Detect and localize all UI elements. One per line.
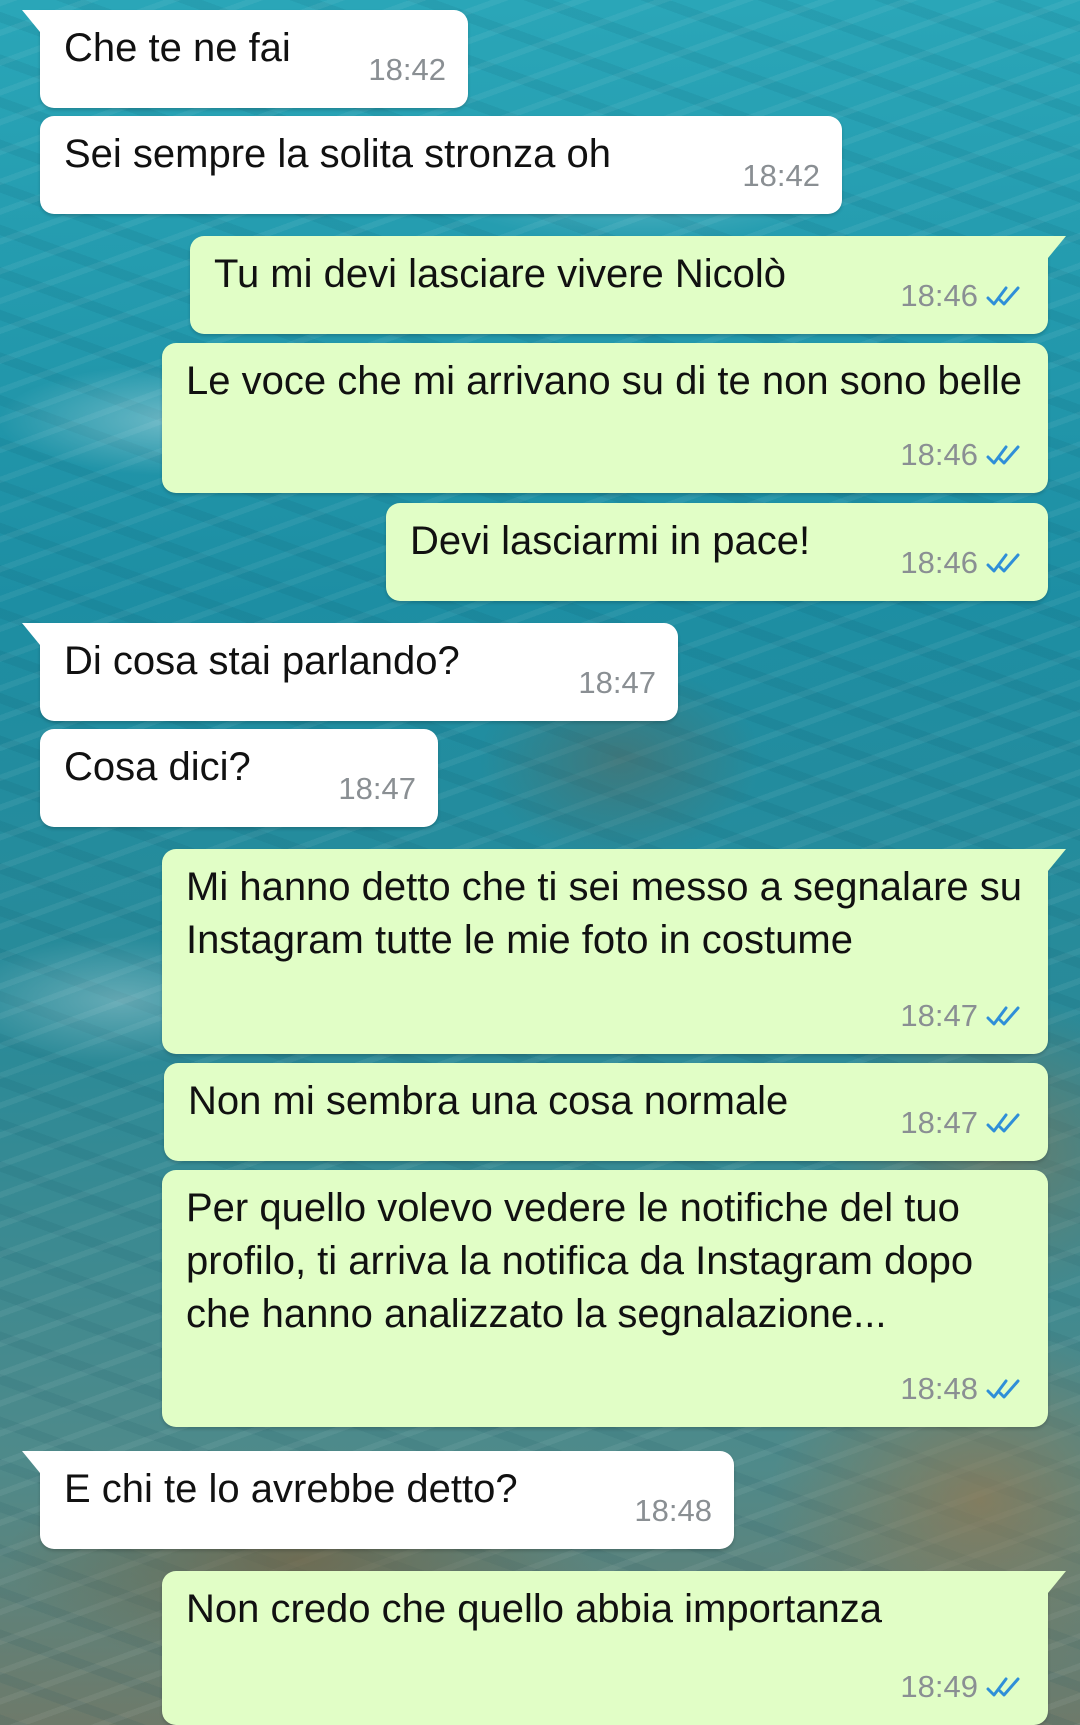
message-time: 18:47 [578, 665, 656, 700]
message-time: 18:47 [900, 998, 978, 1033]
double-check-read-icon [986, 286, 1020, 305]
message-text: Non credo che quello abbia importanza [186, 1587, 882, 1631]
message-text: Non mi sembra una cosa normale [188, 1079, 789, 1123]
message-bubble-incoming[interactable]: Cosa dici? 18:47 [40, 729, 438, 827]
message-bubble-outgoing[interactable]: Per quello volevo vedere le notifiche de… [162, 1170, 1048, 1427]
message-meta: 18:47 [578, 656, 656, 709]
double-check-read-icon [986, 1113, 1020, 1132]
message-time: 18:42 [368, 52, 446, 87]
message-meta: 18:47 [900, 989, 1026, 1042]
message-text: Mi hanno detto che ti sei messo a segnal… [186, 865, 1034, 962]
message-text: Le voce che mi arrivano su di te non son… [186, 359, 1023, 403]
message-text: Che te ne fai [64, 26, 291, 70]
message-text: Devi lasciarmi in pace! [410, 519, 811, 563]
message-bubble-outgoing[interactable]: Tu mi devi lasciare vivere Nicolò 18:46 [190, 236, 1066, 334]
message-bubble-outgoing[interactable]: Devi lasciarmi in pace! 18:46 [386, 503, 1048, 601]
message-meta: 18:46 [900, 428, 1026, 481]
message-bubble-outgoing[interactable]: Le voce che mi arrivano su di te non son… [162, 343, 1048, 493]
double-check-read-icon [986, 445, 1020, 464]
message-text: Cosa dici? [64, 745, 251, 789]
message-meta: 18:46 [900, 536, 1026, 589]
message-bubble-outgoing[interactable]: Non credo che quello abbia importanza 18… [162, 1571, 1066, 1725]
message-time: 18:47 [338, 771, 416, 806]
message-time: 18:48 [900, 1371, 978, 1406]
message-time: 18:46 [900, 545, 978, 580]
message-bubble-incoming[interactable]: Di cosa stai parlando? 18:47 [22, 623, 678, 721]
message-meta: 18:48 [900, 1362, 1026, 1415]
message-meta: 18:42 [368, 43, 446, 96]
message-meta: 18:48 [634, 1484, 712, 1537]
message-text: Di cosa stai parlando? [64, 639, 460, 683]
message-text: Sei sempre la solita stronza oh [64, 132, 611, 176]
message-meta: 18:47 [338, 762, 416, 815]
double-check-read-icon [986, 1379, 1020, 1398]
double-check-read-icon [986, 553, 1020, 572]
message-meta: 18:47 [900, 1096, 1026, 1149]
message-bubble-outgoing[interactable]: Non mi sembra una cosa normale 18:47 [164, 1063, 1048, 1161]
message-time: 18:49 [900, 1669, 978, 1704]
message-meta: 18:46 [900, 269, 1026, 322]
message-bubble-outgoing[interactable]: Mi hanno detto che ti sei messo a segnal… [162, 849, 1066, 1054]
message-time: 18:47 [900, 1105, 978, 1140]
message-bubble-incoming[interactable]: Sei sempre la solita stronza oh 18:42 [40, 116, 842, 214]
message-text: Per quello volevo vedere le notifiche de… [186, 1186, 985, 1336]
double-check-read-icon [986, 1006, 1020, 1025]
message-bubble-incoming[interactable]: E chi te lo avrebbe detto? 18:48 [22, 1451, 734, 1549]
message-meta: 18:49 [900, 1660, 1026, 1713]
message-time: 18:48 [634, 1493, 712, 1528]
message-time: 18:42 [742, 158, 820, 193]
message-time: 18:46 [900, 278, 978, 313]
message-text: Tu mi devi lasciare vivere Nicolò [214, 252, 787, 296]
double-check-read-icon [986, 1677, 1020, 1696]
message-text: E chi te lo avrebbe detto? [64, 1467, 518, 1511]
message-meta: 18:42 [742, 149, 820, 202]
message-bubble-incoming[interactable]: Che te ne fai 18:42 [22, 10, 468, 108]
message-time: 18:46 [900, 437, 978, 472]
